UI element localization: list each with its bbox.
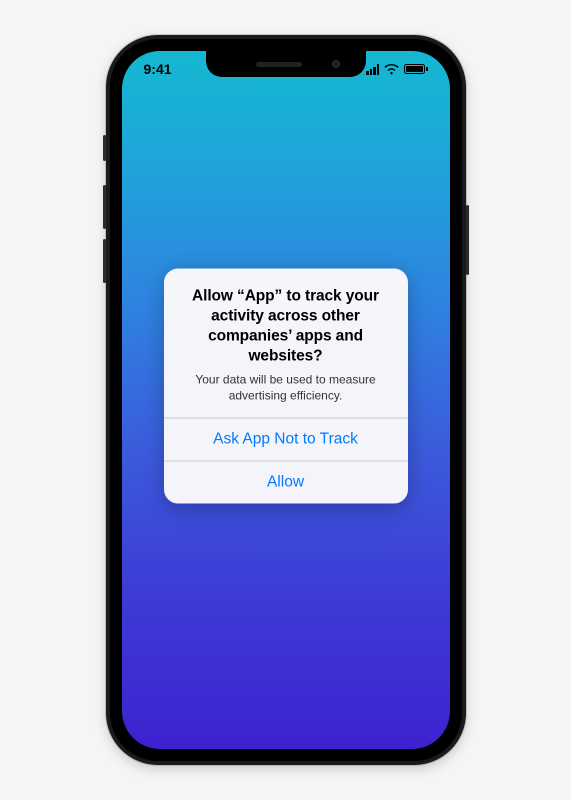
phone-bezel: 9:41 Allow “App” to track your activity …: [110, 39, 462, 761]
phone-device-frame: 9:41 Allow “App” to track your activity …: [106, 35, 466, 765]
earpiece-speaker: [256, 62, 302, 67]
tracking-permission-alert: Allow “App” to track your activity acros…: [164, 269, 408, 504]
phone-screen: 9:41 Allow “App” to track your activity …: [122, 51, 450, 749]
alert-body: Allow “App” to track your activity acros…: [164, 269, 408, 418]
status-indicators: [366, 64, 428, 75]
volume-down-button: [103, 239, 106, 283]
notch: [206, 51, 366, 77]
cellular-signal-icon: [366, 64, 379, 75]
front-camera: [332, 60, 340, 68]
alert-title: Allow “App” to track your activity acros…: [178, 287, 394, 368]
status-time: 9:41: [144, 61, 172, 77]
wifi-icon: [384, 64, 399, 75]
mute-switch: [103, 135, 106, 161]
power-button: [466, 205, 469, 275]
battery-icon: [404, 64, 428, 74]
allow-button[interactable]: Allow: [164, 461, 408, 504]
ask-not-to-track-button[interactable]: Ask App Not to Track: [164, 418, 408, 461]
volume-up-button: [103, 185, 106, 229]
alert-message: Your data will be used to measure advert…: [178, 371, 394, 403]
